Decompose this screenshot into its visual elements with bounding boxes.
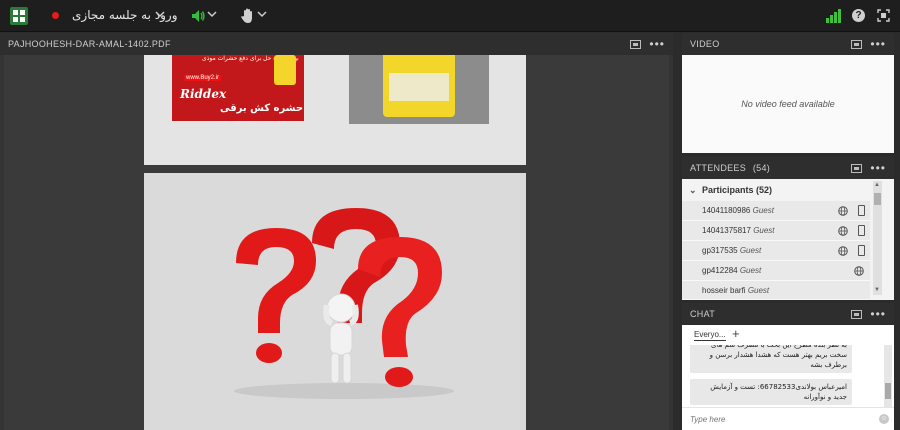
chat-scrollbar[interactable] [884, 345, 892, 407]
scroll-up-icon[interactable]: ▲ [874, 182, 880, 188]
app-grid-icon[interactable] [10, 7, 28, 25]
participants-group-label: Participants (52) [702, 185, 773, 195]
package-bag [383, 55, 455, 117]
add-chat-tab-button[interactable]: + [732, 326, 740, 341]
tab-everyone[interactable]: Everyo... [694, 330, 726, 341]
attendee-name: gp412284 [702, 266, 738, 275]
scrollbar-thumb[interactable] [885, 383, 891, 399]
riddex-site: www.Buy2.ir [184, 75, 222, 81]
question-marks-illustration [234, 208, 454, 399]
fullscreen-icon[interactable] [877, 9, 890, 22]
more-options-icon[interactable]: ••• [870, 308, 886, 320]
attendee-name: 14041180986 [702, 206, 751, 215]
attendee-role: Guest [747, 286, 770, 295]
share-pod-header: PAJHOOHESH-DAR-AMAL-1402.PDF ••• [0, 33, 673, 55]
meeting-toolbar: ورود به جلسه مجازی ? [0, 0, 900, 32]
riddex-brand: Riddex [180, 87, 227, 101]
globe-icon [854, 266, 864, 276]
attendee-name: hosseir barfi [702, 286, 746, 295]
attendees-pod-title: ATTENDEES [690, 163, 747, 173]
attendee-row[interactable]: gp412284 Guest [682, 261, 870, 281]
maximize-icon[interactable] [851, 163, 863, 173]
attendee-row[interactable]: 14041180986 Guest [682, 201, 870, 221]
riddex-ad-image: بهترین راه حل برای دفع حشرات موذی www.Bu… [172, 55, 304, 121]
attendee-row[interactable]: gp317535 Guest [682, 241, 870, 261]
attendee-role: Guest [739, 266, 762, 275]
more-options-icon[interactable]: ••• [870, 162, 886, 174]
mobile-phone-icon [858, 225, 865, 236]
scrollbar-thumb[interactable] [874, 193, 881, 205]
slide-page-current [144, 173, 526, 430]
pesticide-package-image [349, 55, 489, 124]
chat-pod: CHAT ••• Everyo... + به نظر بنده مطرح ای… [682, 303, 894, 430]
record-icon[interactable] [52, 12, 59, 19]
attendee-name: gp317535 [702, 246, 738, 255]
slide-page-previous: بهترین راه حل برای دفع حشرات موذی www.Bu… [144, 55, 526, 165]
signal-icon[interactable] [826, 9, 841, 23]
product-can-image [274, 55, 296, 85]
globe-icon [838, 246, 848, 256]
chat-pod-header: CHAT ••• [682, 303, 894, 325]
chat-input-area: ☺ [682, 407, 894, 430]
share-pod-title: PAJHOOHESH-DAR-AMAL-1402.PDF [8, 39, 171, 49]
chat-tabs: Everyo... + [682, 325, 894, 345]
video-pod-header: VIDEO ••• [682, 33, 894, 55]
attendee-role: Guest [752, 206, 774, 215]
chevron-down-icon[interactable] [207, 9, 217, 19]
chat-message-list[interactable]: به نظر بنده مطرح این بحث با مصرف سم های … [690, 345, 882, 407]
chat-input[interactable] [690, 412, 870, 427]
emoji-icon[interactable]: ☺ [879, 414, 889, 424]
globe-icon [838, 226, 848, 236]
share-pod: PAJHOOHESH-DAR-AMAL-1402.PDF ••• بهترین … [0, 33, 673, 430]
attendee-role: Guest [739, 246, 762, 255]
document-viewer[interactable]: بهترین راه حل برای دفع حشرات موذی www.Bu… [4, 55, 669, 430]
help-icon[interactable]: ? [852, 9, 865, 22]
attendees-count: (54) [752, 163, 771, 173]
maximize-icon[interactable] [851, 39, 863, 49]
attendees-pod: ATTENDEES (54) ••• ⌄ Participants (52) 1… [682, 157, 894, 300]
attendees-pod-header: ATTENDEES (54) ••• [682, 157, 894, 179]
maximize-icon[interactable] [851, 309, 863, 319]
mobile-phone-icon [858, 205, 865, 216]
riddex-caption: حشره کش برقی [220, 103, 304, 114]
attendees-scrollbar[interactable]: ▲ ▼ [873, 181, 882, 295]
chevron-down-icon[interactable] [257, 9, 267, 19]
maximize-icon[interactable] [630, 39, 642, 49]
chevron-down-icon[interactable] [155, 9, 165, 19]
video-pod: VIDEO ••• No video feed available [682, 33, 894, 153]
no-video-message: No video feed available [741, 99, 835, 109]
attendee-row[interactable]: 14041375817 Guest [682, 221, 870, 241]
mobile-phone-icon [858, 245, 865, 256]
chat-message: به نظر بنده مطرح این بحث با مصرف سم های … [690, 345, 852, 373]
scroll-down-icon[interactable]: ▼ [874, 287, 880, 293]
speaker-icon[interactable] [190, 8, 206, 24]
chat-message: امیرعباس بولاندی66782533: تست و آزمایش ج… [690, 379, 852, 405]
globe-icon [838, 206, 848, 216]
participants-group-header[interactable]: ⌄ Participants (52) [682, 181, 882, 199]
chevron-down-icon[interactable]: ⌄ [689, 181, 697, 199]
chat-pod-title: CHAT [690, 309, 716, 319]
attendee-row[interactable]: hosseir barfi Guest [682, 281, 870, 300]
more-options-icon[interactable]: ••• [649, 38, 665, 50]
attendee-role: Guest [753, 226, 775, 235]
attendee-name: 14041375817 [702, 226, 751, 235]
raise-hand-icon[interactable] [240, 7, 256, 24]
video-pod-title: VIDEO [690, 39, 720, 49]
more-options-icon[interactable]: ••• [870, 38, 886, 50]
